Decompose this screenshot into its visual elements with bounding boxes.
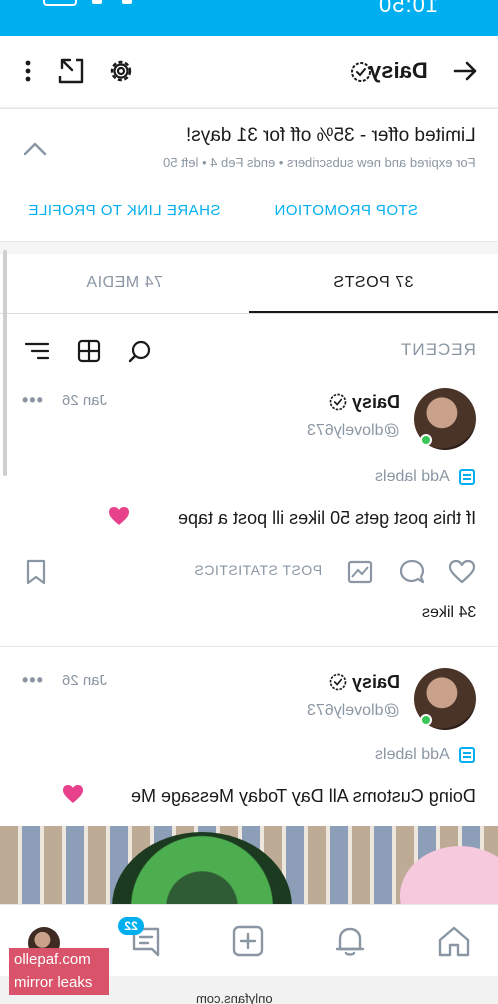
status-time: 10:50: [378, 0, 439, 17]
post-card: Daisy @dlovely673 Jan 26 ••• Add labels …: [0, 664, 498, 826]
post-author-name[interactable]: Daisy: [352, 672, 400, 693]
add-labels-button[interactable]: Add labels: [375, 746, 450, 764]
post-more-button[interactable]: •••: [22, 670, 44, 691]
tab-media[interactable]: 74 MEDIA: [86, 274, 163, 292]
like-heart-icon[interactable]: [448, 558, 476, 586]
verified-icon: [329, 673, 347, 691]
labels-icon: [459, 747, 475, 763]
post-more-button[interactable]: •••: [22, 390, 44, 411]
post-media-image[interactable]: [0, 826, 498, 906]
profile-title: Daisy: [369, 58, 428, 83]
sort-icon[interactable]: [24, 338, 50, 364]
comment-icon[interactable]: [398, 558, 426, 586]
share-link-button[interactable]: SHARE LINK TO PROFILE: [28, 202, 221, 219]
status-icon: [43, 0, 77, 6]
grid-icon[interactable]: [76, 338, 102, 364]
promo-subtitle: For expired and new subscribers • ends F…: [163, 155, 476, 170]
post-divider: [0, 646, 498, 647]
bookmark-icon[interactable]: [22, 558, 50, 586]
search-icon[interactable]: [127, 338, 153, 364]
bell-icon[interactable]: [332, 923, 368, 959]
watermark-line-1: ollepaf.com: [9, 948, 109, 972]
post-author-name[interactable]: Daisy: [352, 392, 400, 413]
filter-row: RECENT: [0, 314, 498, 384]
more-vertical-icon[interactable]: [16, 56, 46, 86]
settings-gear-icon[interactable]: [106, 56, 136, 86]
post-author-handle[interactable]: @dlovely673: [307, 422, 400, 440]
status-bar: 10:50: [0, 0, 498, 36]
add-post-icon[interactable]: [230, 923, 266, 959]
stop-promotion-button[interactable]: STOP PROMOTION: [274, 202, 418, 219]
heart-emoji-icon: [109, 507, 129, 525]
messages-badge: 22: [118, 917, 144, 935]
active-tab-indicator: [249, 311, 498, 313]
chevron-up-icon[interactable]: [22, 139, 48, 159]
watermark-line-2: mirror leaks: [9, 971, 109, 995]
home-icon[interactable]: [436, 923, 472, 959]
add-labels-button[interactable]: Add labels: [375, 468, 450, 486]
signal-icon: [122, 0, 132, 4]
post-author-handle[interactable]: @dlovely673: [307, 702, 400, 720]
content-tabs: 74 MEDIA 37 POSTS: [0, 254, 498, 314]
share-icon[interactable]: [56, 56, 86, 86]
labels-icon: [459, 469, 475, 485]
wifi-icon: [92, 0, 102, 4]
online-indicator: [420, 434, 432, 446]
arrow-right-icon[interactable]: [450, 56, 480, 86]
post-card: Daisy @dlovely673 Jan 26 ••• Add labels …: [0, 384, 498, 646]
post-date: Jan 26: [62, 672, 108, 689]
sort-label[interactable]: RECENT: [400, 340, 476, 360]
post-text: Doing Customs All Day Today Message Me: [131, 786, 476, 806]
url-text: onlyfans.com: [196, 991, 273, 1004]
promo-title: Limited offer - 35% off for 31 days!: [186, 125, 476, 146]
verified-icon: [329, 393, 347, 411]
likes-count[interactable]: 34 likes: [422, 604, 476, 622]
post-date: Jan 26: [62, 392, 108, 409]
heart-emoji-icon: [63, 785, 83, 803]
section-divider: [0, 242, 498, 254]
online-indicator: [420, 714, 432, 726]
tip-icon[interactable]: [346, 558, 374, 586]
post-text: If this post gets 50 likes ill post a ta…: [177, 508, 476, 528]
post-statistics-button[interactable]: POST STATISTICS: [194, 562, 322, 578]
tab-posts[interactable]: 37 POSTS: [333, 274, 413, 292]
promotion-card: Limited offer - 35% off for 31 days! For…: [0, 108, 498, 242]
profile-header: Daisy: [0, 36, 498, 108]
